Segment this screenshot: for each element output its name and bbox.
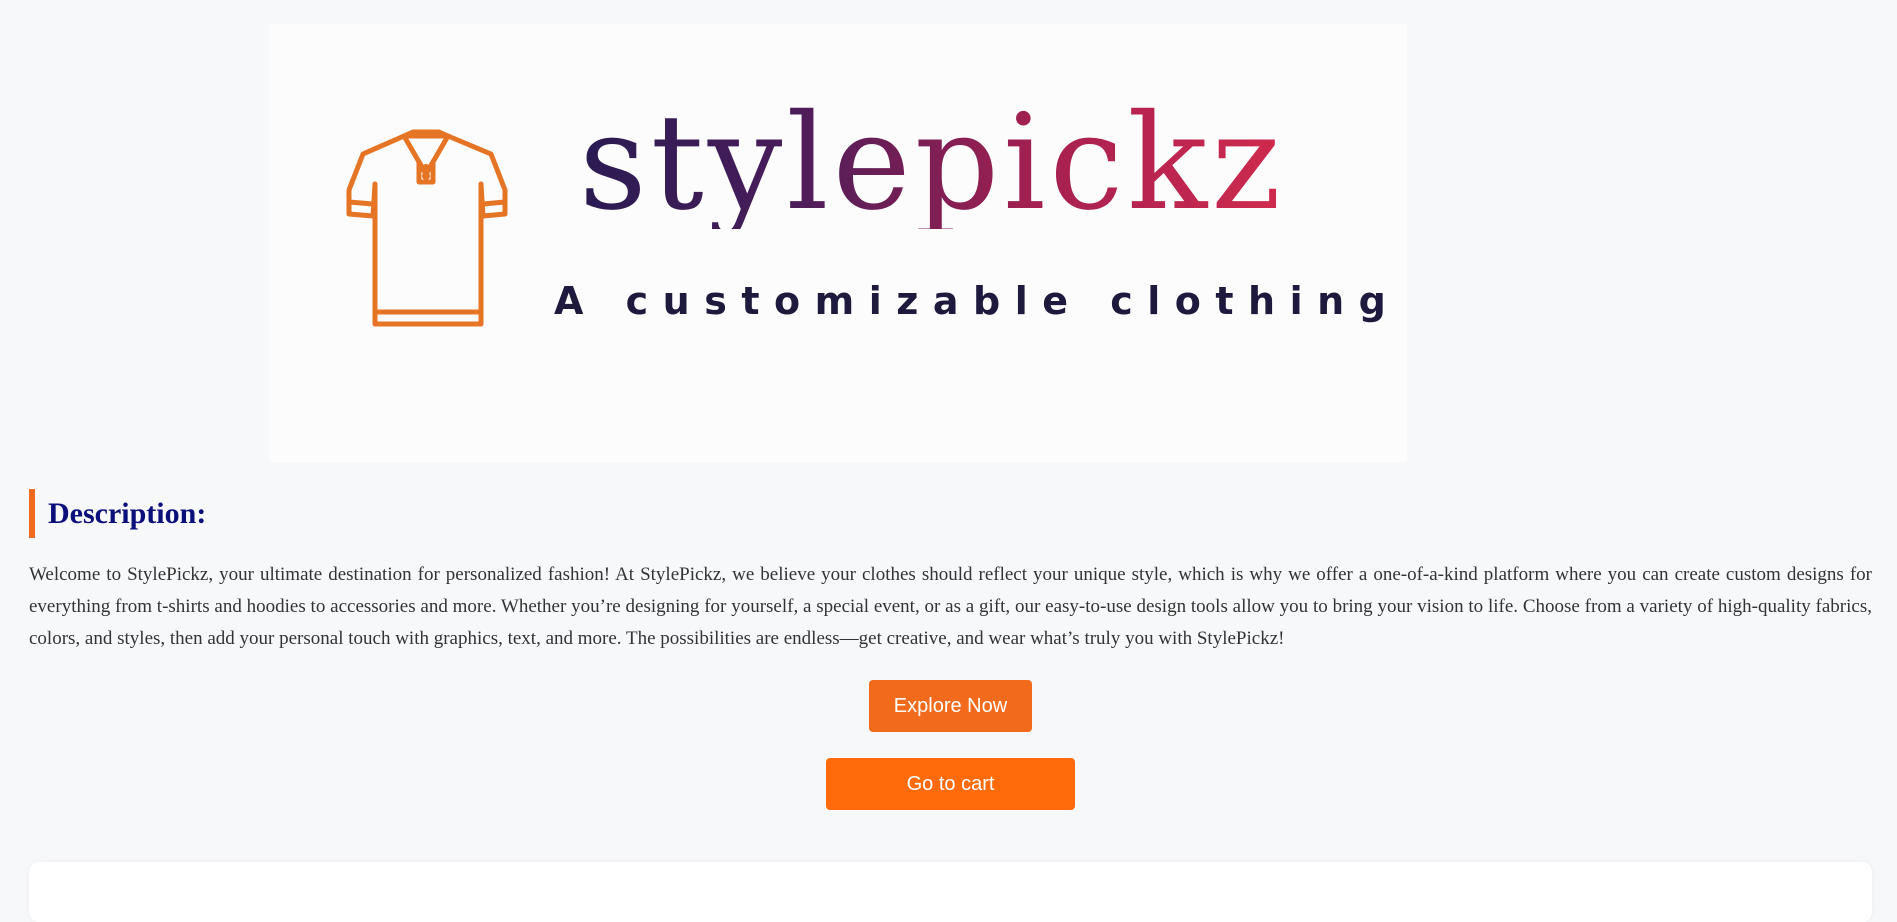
brand-tagline: A customizable clothing <box>554 279 1401 323</box>
explore-now-button[interactable]: Explore Now <box>869 680 1032 732</box>
brand-banner: stylepickz A customizable clothing <box>269 24 1407 462</box>
description-text: Welcome to StylePickz, your ultimate des… <box>29 564 1872 649</box>
brand-name: stylepickz <box>579 86 1285 240</box>
content-card <box>29 862 1872 922</box>
description-heading: Description: <box>29 489 206 538</box>
go-to-cart-button[interactable]: Go to cart <box>826 758 1075 810</box>
polo-shirt-icon <box>346 129 508 327</box>
